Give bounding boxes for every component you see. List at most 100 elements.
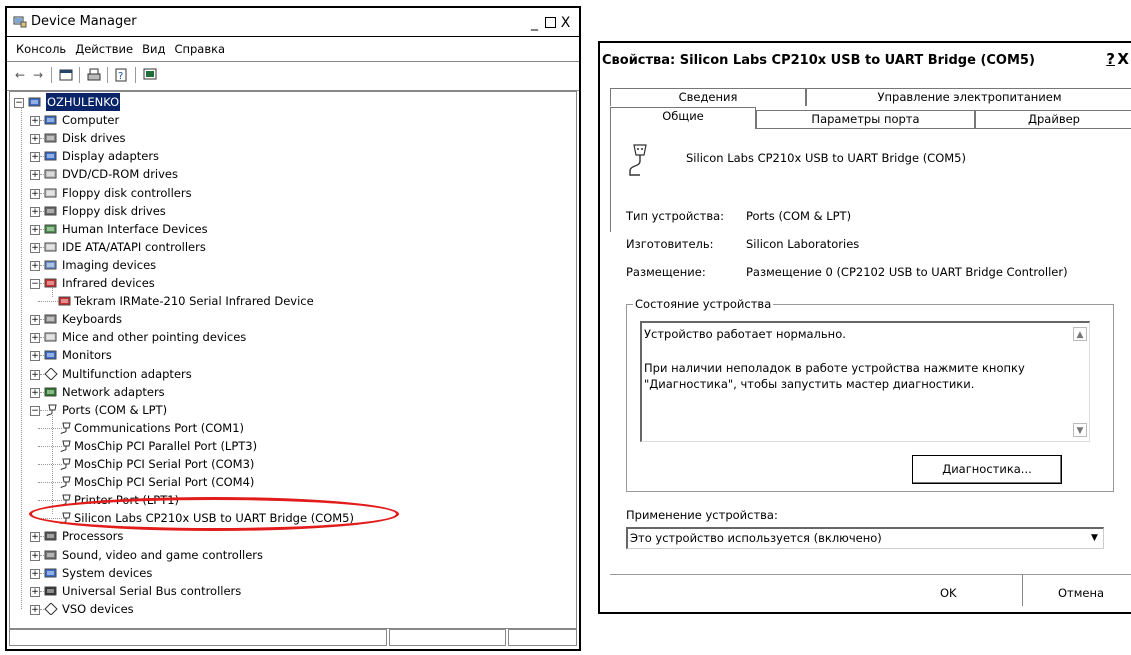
- tree-node-label: Keyboards: [62, 312, 123, 327]
- manufacturer-label: Изготовитель:: [626, 237, 714, 251]
- collapse-toggle-icon[interactable]: −: [14, 98, 24, 108]
- sound-icon: [44, 550, 57, 559]
- help-button[interactable]: ?: [1106, 50, 1115, 68]
- port-icon: [60, 476, 71, 489]
- port-icon: [60, 440, 71, 452]
- expand-toggle-icon[interactable]: +: [30, 315, 40, 326]
- tab-port-settings[interactable]: Параметры порта: [756, 110, 975, 128]
- dropdown-arrow-icon[interactable]: ▼: [1087, 530, 1102, 546]
- infrared-icon: [44, 278, 57, 288]
- expand-toggle-icon[interactable]: +: [30, 351, 40, 362]
- properties-dialog: Свойства: Silicon Labs CP210x USB to UAR…: [598, 41, 1131, 614]
- tree-node-label: Sound, video and game controllers: [62, 547, 264, 562]
- scroll-up-arrow-icon[interactable]: ▲: [1073, 327, 1087, 341]
- controller-icon: [44, 188, 57, 197]
- menu-action[interactable]: Действие: [75, 42, 133, 56]
- back-arrow-icon[interactable]: ←: [13, 68, 27, 82]
- status-line-3: "Диагностика", чтобы запустить мастер ди…: [644, 377, 975, 391]
- scan-hardware-icon[interactable]: [143, 68, 157, 82]
- mouse-icon: [44, 332, 57, 342]
- tree-node-label: MosChip PCI Parallel Port (LPT3): [74, 438, 258, 453]
- tree-node-label: Computer: [62, 113, 120, 128]
- tree-node-label: Imaging devices: [62, 257, 157, 272]
- device-usage-select[interactable]: Это устройство используется (включено) ▼: [626, 527, 1104, 549]
- print-icon[interactable]: [87, 68, 101, 82]
- tab-general[interactable]: Общие: [610, 107, 756, 129]
- expand-toggle-icon[interactable]: +: [30, 550, 40, 561]
- tree-node-label: Display adapters: [62, 149, 160, 164]
- display-icon: [44, 151, 57, 161]
- tree-node-label: Infrared devices: [62, 276, 155, 290]
- properties-icon[interactable]: [59, 68, 73, 82]
- cpu-icon: [44, 531, 57, 541]
- tree-node-label: System devices: [62, 565, 153, 580]
- close-button[interactable]: X: [559, 15, 573, 31]
- device-tree: − OZHULENKO + Computer + Disk drives + Display …: [9, 91, 577, 629]
- expand-toggle-icon[interactable]: +: [30, 188, 40, 199]
- menu-console[interactable]: Консоль: [16, 42, 66, 56]
- tree-node-label: VSO devices: [62, 601, 134, 616]
- tab-details[interactable]: Сведения: [610, 88, 806, 106]
- dialog-close-button[interactable]: X: [1117, 50, 1129, 68]
- infrared-device-icon: [58, 296, 71, 306]
- tree-node-label: IDE ATA/ATAPI controllers: [62, 239, 206, 254]
- scroll-down-arrow-icon[interactable]: ▼: [1073, 423, 1087, 437]
- tree-node-label: OZHULENKO: [46, 93, 121, 111]
- expand-toggle-icon[interactable]: +: [30, 152, 40, 163]
- manufacturer-value: Silicon Laboratories: [746, 237, 860, 251]
- system-icon: [44, 568, 57, 578]
- ok-button[interactable]: OK: [940, 586, 957, 600]
- tree-node-label: MosChip PCI Serial Port (COM3): [74, 457, 255, 471]
- status-pane-2: [389, 629, 506, 646]
- computer-icon: [44, 115, 57, 125]
- forward-arrow-icon[interactable]: →: [31, 68, 45, 82]
- collapse-toggle-icon[interactable]: −: [30, 405, 40, 416]
- device-usage-label: Применение устройства:: [626, 508, 778, 522]
- expand-toggle-icon[interactable]: +: [30, 242, 40, 253]
- keyboard-icon: [44, 314, 57, 324]
- floppy-icon: [44, 206, 57, 216]
- tab-power-management[interactable]: Управление электропитанием: [806, 88, 1131, 106]
- serial-port-icon: [629, 144, 647, 176]
- expand-toggle-icon[interactable]: +: [30, 134, 40, 145]
- status-pane-1: [9, 629, 387, 646]
- help-icon[interactable]: ?: [115, 68, 129, 82]
- expand-toggle-icon[interactable]: +: [30, 116, 40, 127]
- status-line-2: При наличии неполадок в работе устройств…: [644, 361, 1025, 375]
- maximize-button[interactable]: [545, 17, 556, 28]
- camera-icon: [44, 260, 57, 270]
- expand-toggle-icon[interactable]: +: [30, 333, 40, 344]
- expand-toggle-icon[interactable]: +: [30, 604, 40, 615]
- device-status-textbox[interactable]: Устройство работает нормально. При налич…: [640, 321, 1090, 442]
- diagnostics-button[interactable]: Диагностика...: [912, 455, 1062, 484]
- dialog-title: Свойства: Silicon Labs CP210x USB to UAR…: [602, 53, 1035, 68]
- expand-toggle-icon[interactable]: +: [30, 568, 40, 579]
- expand-toggle-icon[interactable]: +: [30, 260, 40, 271]
- multifunction-icon: [44, 367, 58, 380]
- tree-node-label: Processors: [62, 529, 124, 544]
- tree-node-label: Floppy disk controllers: [62, 185, 192, 200]
- expand-toggle-icon[interactable]: +: [30, 532, 40, 543]
- tree-node-label: Network adapters: [62, 384, 165, 399]
- tab-driver[interactable]: Драйвер: [975, 110, 1131, 128]
- computer-icon: [28, 97, 41, 107]
- expand-toggle-icon[interactable]: +: [30, 170, 40, 181]
- status-pane-3: [508, 629, 577, 646]
- cancel-button[interactable]: Отмена: [1058, 586, 1104, 600]
- expand-toggle-icon[interactable]: +: [30, 224, 40, 235]
- monitor-icon: [44, 350, 57, 360]
- minimize-button[interactable]: _: [528, 15, 542, 31]
- expand-toggle-icon[interactable]: +: [30, 206, 40, 217]
- menu-view[interactable]: Вид: [142, 42, 165, 56]
- svg-text:?: ?: [118, 71, 123, 82]
- status-bar: [9, 629, 577, 647]
- expand-toggle-icon[interactable]: +: [30, 387, 40, 398]
- window-title: Device Manager: [31, 14, 137, 29]
- collapse-toggle-icon[interactable]: −: [30, 279, 40, 289]
- usb-icon: [44, 586, 57, 596]
- tree-node-label: MosChip PCI Serial Port (COM4): [74, 475, 255, 490]
- expand-toggle-icon[interactable]: +: [30, 586, 40, 597]
- menu-help[interactable]: Справка: [174, 42, 225, 56]
- expand-toggle-icon[interactable]: +: [30, 369, 40, 380]
- port-icon: [60, 458, 71, 470]
